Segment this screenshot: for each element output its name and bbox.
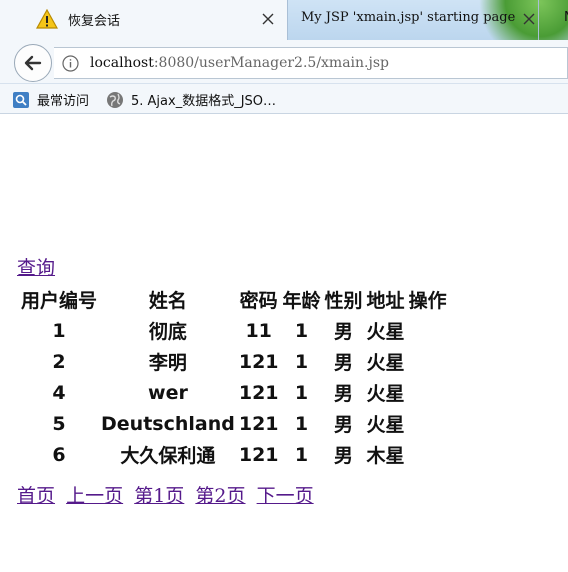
cell-name: 李明 [148, 352, 187, 374]
tab-title: 恢复会话 [68, 14, 121, 29]
url-text: localhost:8080/userManager2.5/xmain.jsp [90, 55, 389, 71]
page-1-link[interactable]: 第1页 [134, 485, 184, 507]
url-host: localhost [90, 55, 154, 71]
table-row: 1 彻底 11 1 男 火星 [20, 316, 448, 345]
cell-password: 11 [245, 319, 272, 342]
table-row: 4 wer 121 1 男 火星 [20, 378, 448, 407]
tab-bar: 恢复会话 My JSP 'xmain.jsp' starting page N [0, 0, 568, 40]
cell-user-id: 6 [52, 443, 66, 466]
close-tab-icon[interactable] [521, 11, 537, 27]
warning-icon [36, 9, 58, 29]
cell-actions [408, 347, 448, 376]
cell-age: 1 [294, 319, 309, 342]
back-arrow-icon [24, 55, 42, 71]
cell-password: 121 [238, 412, 279, 435]
page-2-link[interactable]: 第2页 [195, 485, 245, 507]
cell-address: 火星 [366, 352, 405, 374]
header-password: 密码 [239, 290, 278, 312]
header-age: 年龄 [282, 290, 321, 312]
table-row: 2 李明 121 1 男 火星 [20, 347, 448, 376]
cell-name: wer [148, 381, 188, 404]
bookmarks-toolbar: 最常访问 5. Ajax_数据格式_JSO… [0, 84, 568, 114]
cell-actions [408, 409, 448, 438]
cell-gender: 男 [334, 352, 354, 374]
tab-xmain-jsp[interactable]: My JSP 'xmain.jsp' starting page [289, 0, 539, 40]
cell-age: 1 [294, 443, 309, 466]
bookmark-ajax-json[interactable]: 5. Ajax_数据格式_JSO… [106, 90, 276, 109]
user-table: 用户编号 姓名 密码 年龄 性别 地址 操作 1 彻底 11 1 男 火星 2 … [18, 283, 450, 471]
cell-user-id: 4 [52, 381, 66, 404]
cell-address: 火星 [366, 321, 405, 343]
query-link[interactable]: 查询 [17, 253, 55, 280]
cell-gender: 男 [334, 414, 354, 436]
header-user-id: 用户编号 [21, 290, 98, 312]
cell-actions [408, 378, 448, 407]
tab-restore-session[interactable]: 恢复会话 [0, 0, 288, 40]
cell-age: 1 [294, 412, 309, 435]
bookmark-label: 5. Ajax_数据格式_JSO… [131, 94, 277, 109]
next-page-link[interactable]: 下一页 [257, 485, 314, 507]
cell-address: 火星 [366, 383, 405, 405]
tab-title: N [564, 10, 568, 25]
cell-gender: 男 [334, 445, 354, 467]
cell-password: 121 [238, 443, 279, 466]
page-content: 查询 用户编号 姓名 密码 年龄 性别 地址 操作 1 彻底 11 1 男 火星 [0, 115, 568, 572]
prev-page-link[interactable]: 上一页 [66, 485, 123, 507]
pagination: 首页 上一页 第1页 第2页 下一页 [17, 481, 320, 508]
bookmark-label: 最常访问 [37, 94, 90, 109]
cell-actions [408, 440, 448, 469]
bookmark-most-visited[interactable]: 最常访问 [12, 90, 89, 109]
globe-icon [107, 91, 123, 108]
cell-age: 1 [294, 350, 309, 373]
cell-name: 彻底 [148, 321, 187, 343]
cell-user-id: 2 [52, 350, 66, 373]
first-page-link[interactable]: 首页 [17, 485, 55, 507]
navigation-toolbar: localhost:8080/userManager2.5/xmain.jsp [0, 40, 568, 84]
tab-overflow[interactable]: N [540, 0, 568, 40]
cell-name: Deutschland [101, 412, 235, 435]
cell-name: 大久保利通 [120, 445, 216, 467]
cell-address: 火星 [366, 414, 405, 436]
cell-password: 121 [238, 350, 279, 373]
header-gender: 性别 [324, 290, 363, 312]
tab-title: My JSP 'xmain.jsp' starting page [301, 10, 516, 25]
most-visited-icon [13, 91, 29, 108]
address-bar[interactable]: localhost:8080/userManager2.5/xmain.jsp [54, 47, 568, 79]
table-header-row: 用户编号 姓名 密码 年龄 性别 地址 操作 [20, 285, 448, 314]
table-row: 6 大久保利通 121 1 男 木星 [20, 440, 448, 469]
url-path: :8080/userManager2.5/xmain.jsp [153, 55, 389, 71]
cell-user-id: 5 [52, 412, 66, 435]
info-icon[interactable] [62, 55, 79, 72]
close-tab-icon[interactable] [260, 11, 276, 27]
table-row: 5 Deutschland 121 1 男 火星 [20, 409, 448, 438]
cell-actions [408, 316, 448, 345]
cell-user-id: 1 [52, 319, 66, 342]
back-button[interactable] [14, 44, 52, 82]
header-address: 地址 [366, 290, 405, 312]
header-actions: 操作 [408, 290, 447, 312]
cell-password: 121 [238, 381, 279, 404]
cell-gender: 男 [334, 321, 354, 343]
cell-age: 1 [294, 381, 309, 404]
cell-address: 木星 [366, 445, 405, 467]
header-name: 姓名 [148, 290, 187, 312]
cell-gender: 男 [334, 383, 354, 405]
